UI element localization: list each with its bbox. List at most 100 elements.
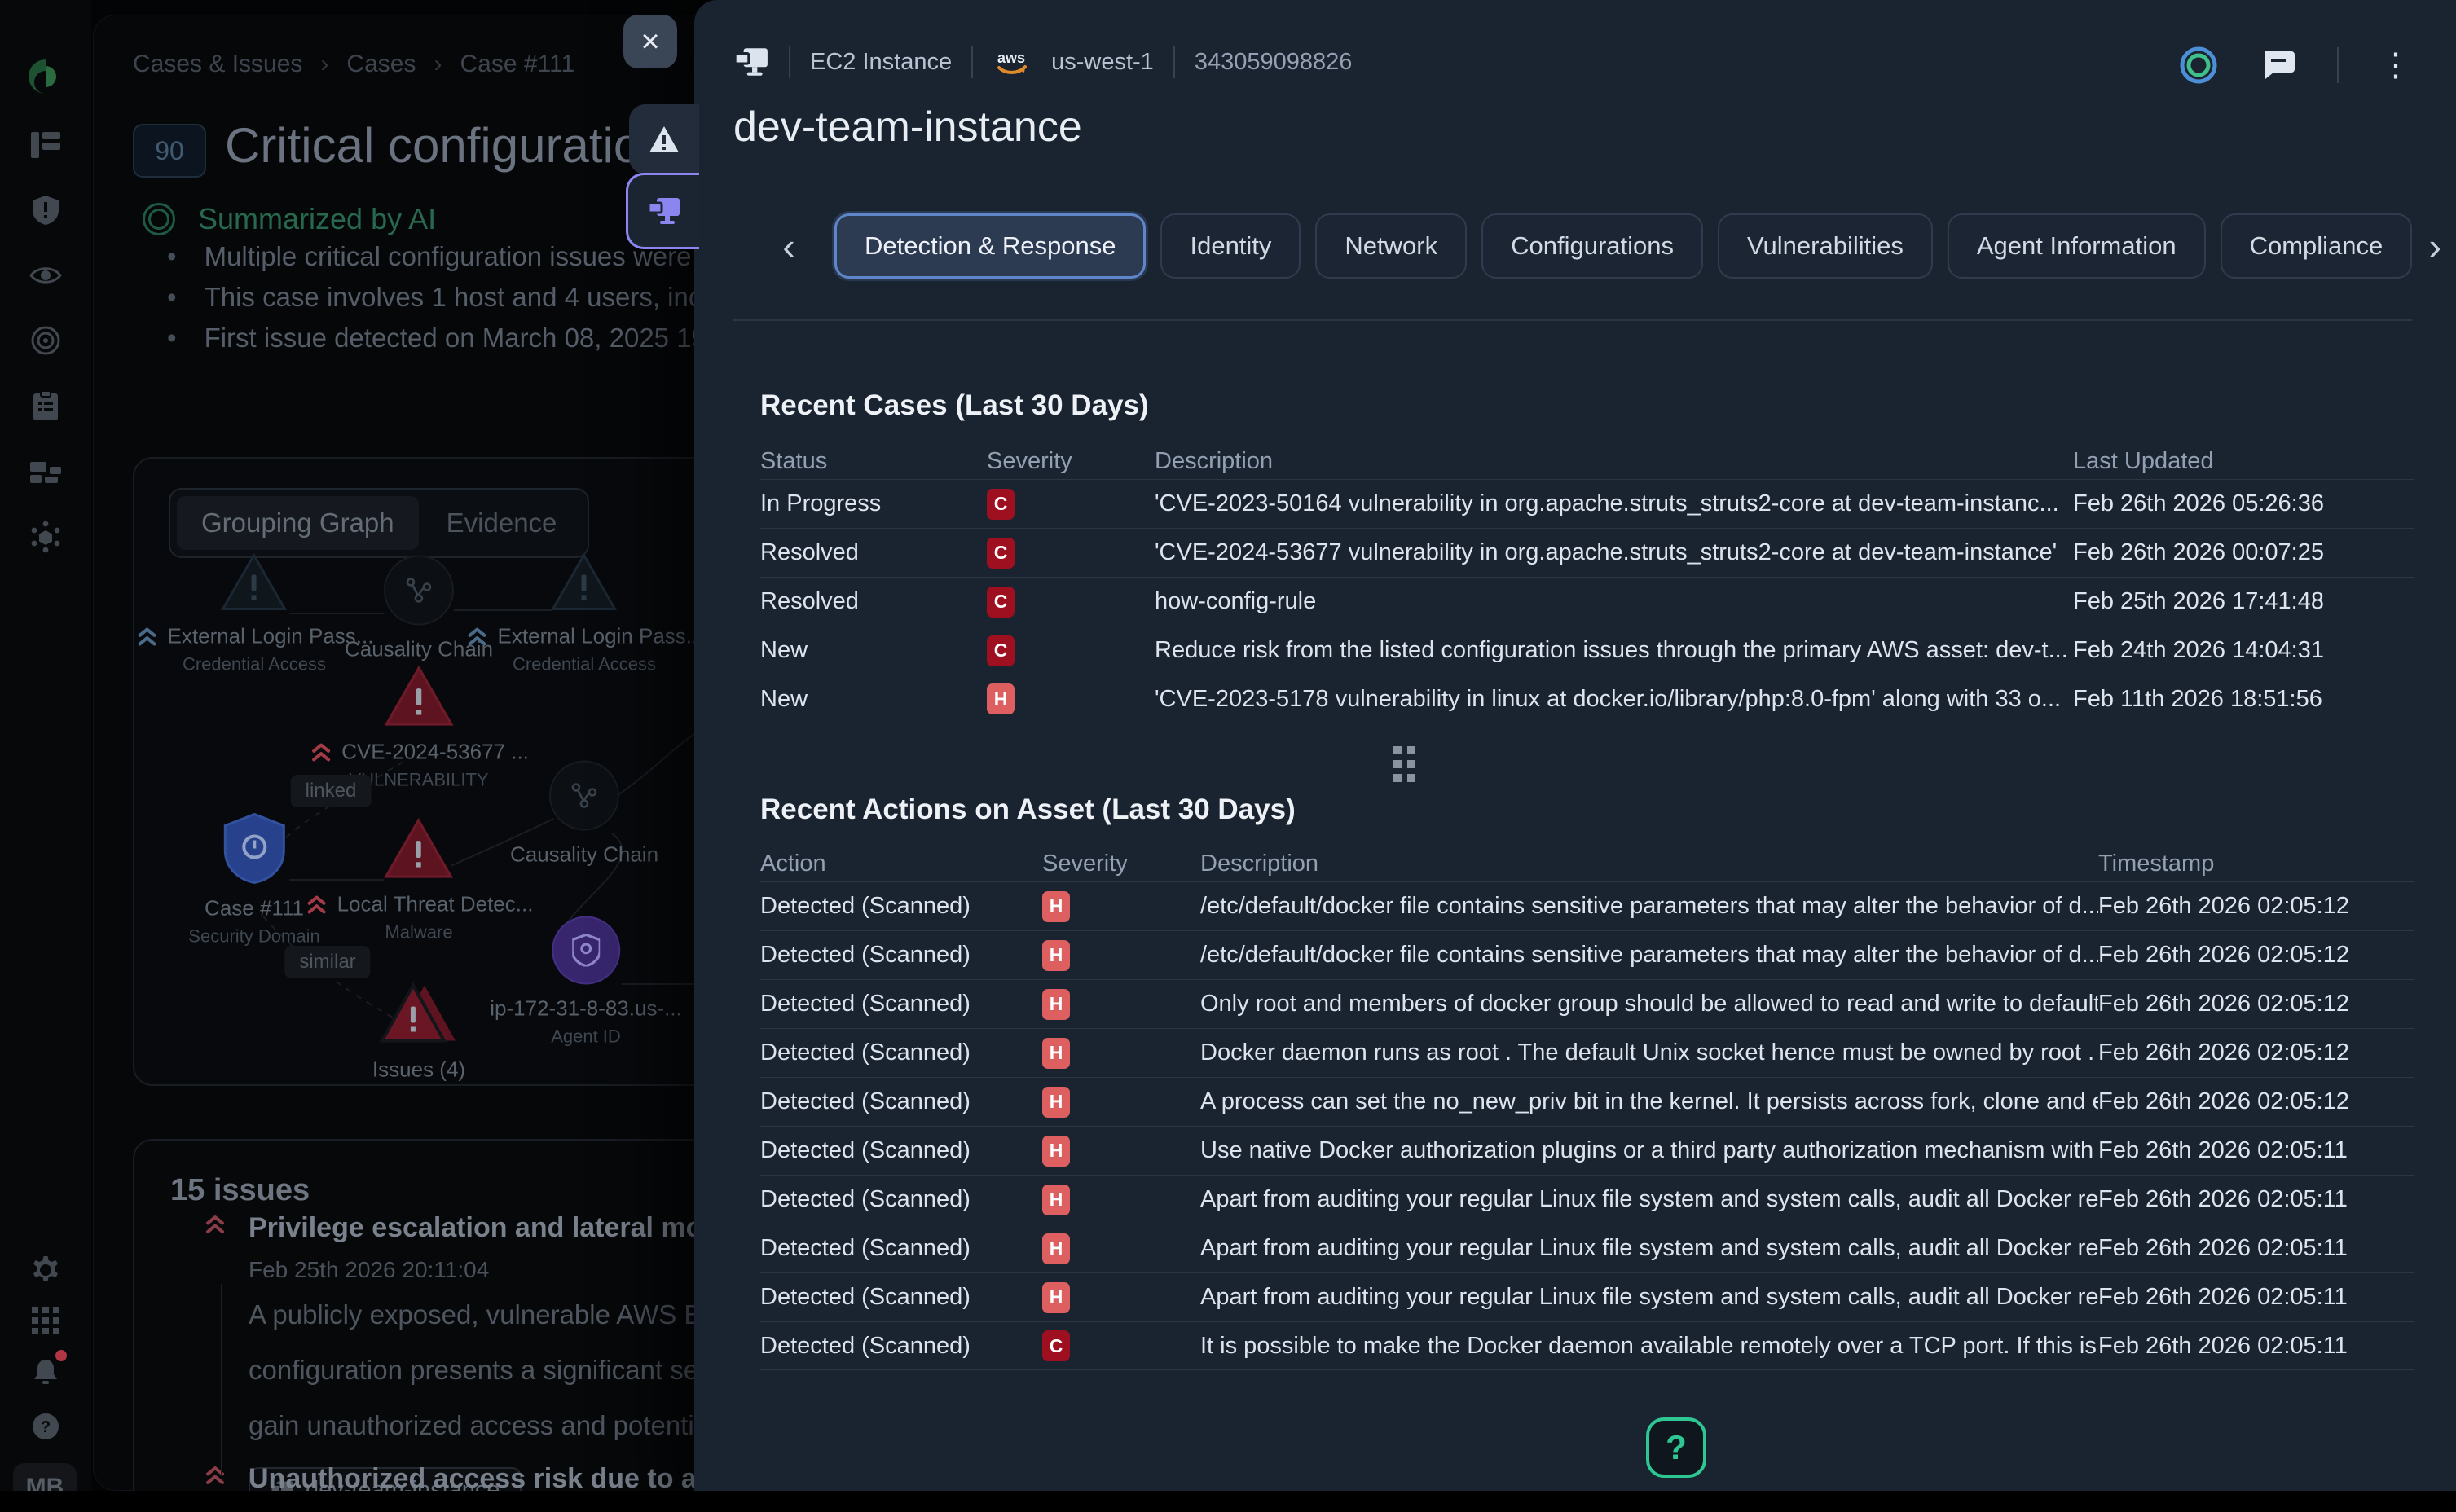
- gear-icon[interactable]: [31, 1255, 60, 1285]
- breadcrumb-item[interactable]: Cases & Issues: [133, 51, 302, 78]
- recent-action-row[interactable]: Detected (Scanned) H Apart from auditing…: [760, 1224, 2414, 1272]
- graph-view-tabs: Grouping GraphEvidence: [169, 488, 589, 558]
- graph-tab[interactable]: Evidence: [422, 496, 582, 550]
- ai-rings-icon[interactable]: [2177, 44, 2220, 86]
- column-header: Status: [760, 448, 987, 475]
- dashboard-icon[interactable]: [31, 132, 60, 158]
- panel-tab[interactable]: Network: [1315, 213, 1467, 279]
- brand-logo[interactable]: [27, 58, 64, 95]
- action-timestamp: Feb 26th 2026 02:05:11: [2098, 1284, 2414, 1311]
- issue-connector-line: [221, 1284, 222, 1476]
- drag-handle[interactable]: [1393, 746, 1415, 782]
- issues-count-label: 15 issues: [170, 1173, 310, 1208]
- bell-icon[interactable]: [31, 1356, 60, 1387]
- action-type: Detected (Scanned): [760, 1137, 1042, 1164]
- close-icon[interactable]: ×: [623, 15, 677, 68]
- recent-cases-table-body: In Progress C 'CVE-2023-50164 vulnerabil…: [760, 479, 2414, 723]
- recent-case-row[interactable]: In Progress C 'CVE-2023-50164 vulnerabil…: [760, 479, 2414, 528]
- clipboard-icon[interactable]: [33, 391, 58, 420]
- case-title: Critical configuration: [225, 117, 668, 174]
- severity-badge: H: [1042, 1038, 1070, 1069]
- asset-type-label: EC2 Instance: [810, 49, 952, 76]
- chat-icon[interactable]: [2260, 48, 2296, 82]
- recent-action-row[interactable]: Detected (Scanned) H Apart from auditing…: [760, 1175, 2414, 1224]
- severity-badge: H: [1042, 891, 1070, 922]
- graph-node[interactable]: Issues (4): [372, 981, 465, 1083]
- severity-badge: H: [1042, 1087, 1070, 1118]
- help-icon[interactable]: ?: [31, 1412, 60, 1441]
- grouping-graph-card: Grouping GraphEvidence External Login Pa…: [133, 457, 694, 1086]
- recent-action-row[interactable]: Detected (Scanned) H Use native Docker a…: [760, 1126, 2414, 1175]
- graph-node-label: CVE-2024-53677 ...: [309, 740, 529, 765]
- ai-summary-bullet: •Multiple critical configuration issues …: [167, 241, 694, 272]
- breadcrumb-item[interactable]: Cases: [346, 51, 416, 78]
- panel-tab[interactable]: Agent Information: [1948, 213, 2206, 279]
- graph-node-glyph: [550, 552, 618, 613]
- kebab-menu-icon[interactable]: ⋮: [2379, 49, 2412, 81]
- recent-action-row[interactable]: Detected (Scanned) H /etc/default/docker…: [760, 930, 2414, 979]
- help-button[interactable]: ?: [1646, 1418, 1706, 1478]
- tabs-scroll-left-icon[interactable]: ‹: [766, 224, 812, 268]
- shield-alert-icon[interactable]: [33, 196, 59, 225]
- eye-icon[interactable]: [29, 265, 62, 286]
- case-last-updated: Feb 26th 2026 05:26:36: [2073, 490, 2414, 517]
- action-type: Detected (Scanned): [760, 1333, 1042, 1360]
- panel-tab[interactable]: Compliance: [2221, 213, 2413, 279]
- asset-header: EC2 Instance aws us-west-1 343059098826: [733, 46, 1352, 78]
- blocks-icon[interactable]: [30, 459, 61, 485]
- graph-node[interactable]: CVE-2024-53677 ...VULNERABILITY: [309, 665, 529, 791]
- breadcrumb-item[interactable]: Case #111: [460, 51, 574, 78]
- apps-grid-icon[interactable]: [32, 1307, 59, 1334]
- issue-title: Privilege escalation and lateral movemen…: [249, 1212, 694, 1244]
- breadcrumb[interactable]: Cases & Issues›Cases›Case #111: [133, 51, 574, 78]
- issue-description-line: gain unauthorized access and potentially…: [249, 1402, 694, 1449]
- recent-case-row[interactable]: New H 'CVE-2023-5178 vulnerability in li…: [760, 675, 2414, 723]
- recent-actions-header: ActionSeverityDescriptionTimestamp: [760, 846, 2414, 881]
- recent-case-row[interactable]: Resolved C 'CVE-2024-53677 vulnerability…: [760, 528, 2414, 577]
- recent-action-row[interactable]: Detected (Scanned) H Apart from auditing…: [760, 1272, 2414, 1321]
- graph-node-glyph: [374, 981, 464, 1046]
- issue-date: Feb 25th 2026 20:11:04: [249, 1257, 694, 1283]
- recent-action-row[interactable]: Detected (Scanned) H Only root and membe…: [760, 979, 2414, 1028]
- recent-action-row[interactable]: Detected (Scanned) H A process can set t…: [760, 1077, 2414, 1126]
- recent-action-row[interactable]: Detected (Scanned) C It is possible to m…: [760, 1321, 2414, 1370]
- severity-badge: C: [1042, 1330, 1070, 1361]
- recent-case-row[interactable]: New C Reduce risk from the listed config…: [760, 626, 2414, 675]
- graph-node[interactable]: Case #111Security Domain: [188, 813, 319, 947]
- recent-action-row[interactable]: Detected (Scanned) H /etc/default/docker…: [760, 881, 2414, 930]
- graph-node-glyph: [552, 916, 620, 985]
- graph-tab[interactable]: Grouping Graph: [177, 496, 419, 550]
- graph-node[interactable]: Causality Chain: [510, 761, 658, 868]
- panel-tab[interactable]: Configurations: [1481, 213, 1703, 279]
- hive-icon[interactable]: [29, 521, 62, 553]
- ai-sparkle-icon: [143, 203, 175, 235]
- action-type: Detected (Scanned): [760, 942, 1042, 969]
- severity-chevrons-icon: [203, 1214, 227, 1235]
- panel-tabs: Detection & ResponseIdentityNetworkConfi…: [834, 213, 2412, 279]
- severity-badge: H: [1042, 1185, 1070, 1215]
- case-last-updated: Feb 26th 2026 00:07:25: [2073, 539, 2414, 566]
- ai-summary-header: Summarized by AI: [143, 202, 436, 236]
- graph-node-label: External Login Pass...: [465, 624, 694, 649]
- risk-score-badge: 90: [133, 124, 206, 178]
- action-description: Use native Docker authorization plugins …: [1200, 1137, 2098, 1164]
- graph-node[interactable]: External Login Pass...Credential Access: [465, 552, 694, 675]
- target-icon[interactable]: [31, 326, 60, 355]
- graph-node-sublabel: Agent ID: [551, 1026, 621, 1048]
- window-bottom-bar: [0, 1491, 2456, 1512]
- column-header: Last Updated: [2073, 448, 2414, 475]
- graph-node-label: ip-172-31-8-83.us-...: [490, 996, 682, 1022]
- case-description: how-config-rule: [1155, 588, 2073, 615]
- asset-side-tab[interactable]: [626, 173, 699, 249]
- recent-action-row[interactable]: Detected (Scanned) H Docker daemon runs …: [760, 1028, 2414, 1077]
- graph-node[interactable]: ip-172-31-8-83.us-... Agent ID: [490, 916, 682, 1048]
- alerts-side-tab[interactable]: [629, 104, 699, 174]
- panel-tab[interactable]: Vulnerabilities: [1718, 213, 1933, 279]
- tabs-scroll-right-icon[interactable]: ›: [2412, 224, 2456, 268]
- recent-case-row[interactable]: Resolved C how-config-rule Feb 25th 2026…: [760, 577, 2414, 626]
- action-timestamp: Feb 26th 2026 02:05:11: [2098, 1186, 2414, 1213]
- panel-tab[interactable]: Detection & Response: [834, 213, 1146, 279]
- graph-node[interactable]: External Login Pass...Credential Access: [135, 552, 374, 675]
- panel-tab[interactable]: Identity: [1160, 213, 1301, 279]
- graph-node-label: Local Threat Detec...: [305, 892, 534, 917]
